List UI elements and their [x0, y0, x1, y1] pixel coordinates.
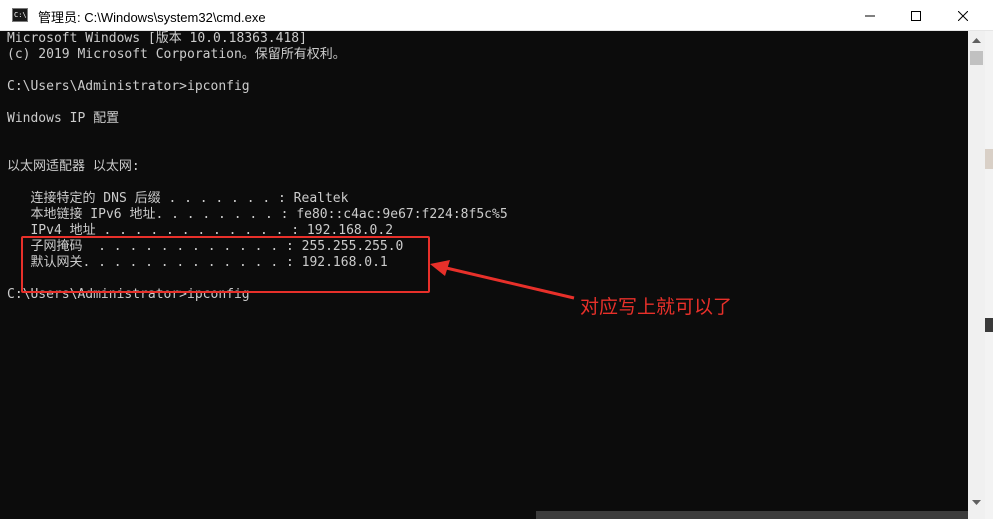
close-icon — [958, 10, 968, 21]
vertical-scrollbar[interactable] — [968, 31, 985, 519]
background-taskbar-fragment — [536, 511, 968, 519]
console-line: C:\Users\Administrator>ipconfig — [7, 79, 250, 94]
background-window-edge — [985, 31, 993, 519]
console-line: Microsoft Windows [版本 10.0.18363.418] — [7, 31, 307, 46]
scroll-up-button[interactable] — [968, 31, 985, 48]
highlight-box — [21, 236, 430, 293]
scroll-down-icon — [972, 499, 981, 505]
console-line: (c) 2019 Microsoft Corporation。保留所有权利。 — [7, 47, 346, 62]
minimize-icon — [865, 15, 875, 16]
console-line: Windows IP 配置 — [7, 111, 120, 126]
background-window-fragment — [985, 149, 993, 169]
title-bar[interactable]: C:\ 管理员: C:\Windows\system32\cmd.exe — [0, 0, 993, 31]
maximize-button[interactable] — [893, 0, 939, 31]
annotation-note: 对应写上就可以了 — [580, 296, 733, 318]
console-line: 以太网适配器 以太网: — [7, 159, 140, 174]
annotation-arrow-icon — [430, 260, 575, 300]
minimize-button[interactable] — [847, 0, 893, 31]
cmd-app-icon[interactable]: C:\ — [12, 8, 28, 22]
console-line: 本地链接 IPv6 地址. . . . . . . . : fe80::c4ac… — [7, 207, 508, 222]
maximize-icon — [911, 10, 921, 21]
scroll-up-icon — [972, 37, 981, 43]
scroll-down-button[interactable] — [968, 494, 985, 511]
console-line: 连接特定的 DNS 后缀 . . . . . . . : Realtek — [7, 191, 349, 206]
cmd-window: C:\ 管理员: C:\Windows\system32\cmd.exe Mic… — [0, 0, 993, 519]
window-title: 管理员: C:\Windows\system32\cmd.exe — [38, 10, 266, 25]
close-button[interactable] — [940, 0, 986, 31]
background-window-fragment — [985, 318, 993, 332]
scroll-thumb[interactable] — [970, 51, 983, 65]
